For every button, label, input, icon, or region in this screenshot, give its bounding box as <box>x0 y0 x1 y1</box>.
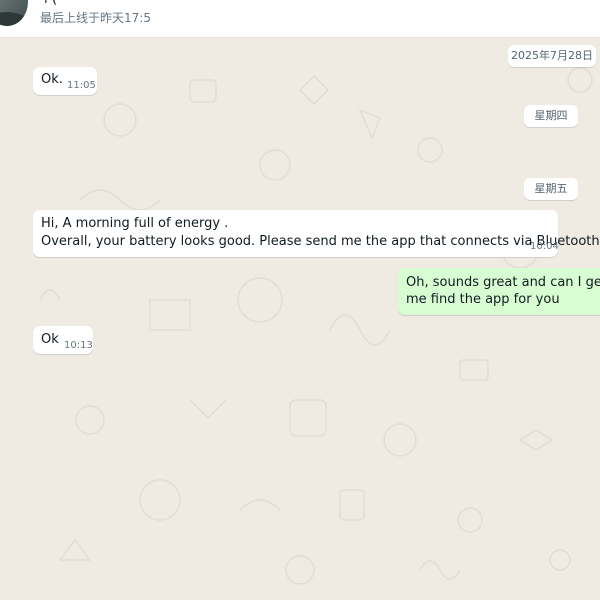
contact-name: +( <box>40 0 57 7</box>
last-seen-status: 最后上线于昨天17:5 <box>40 11 151 25</box>
date-separator: 2025年7月28日 <box>508 45 596 67</box>
message-text-line: Hi, A morning full of energy . <box>41 216 229 231</box>
message-time: 10:04 <box>530 241 559 252</box>
day-separator-thursday: 星期四 <box>524 105 578 127</box>
message-bubble-outgoing[interactable]: Oh, sounds great and can I get a p me fi… <box>398 268 600 315</box>
chat-header[interactable]: +( 最后上线于昨天17:5 <box>0 0 600 38</box>
message-text-line: me find the app for you <box>406 292 560 307</box>
message-time: 10:13 <box>64 340 93 351</box>
message-bubble-incoming[interactable]: Ok. 11:05 <box>33 67 97 95</box>
chat-window: +( 最后上线于昨天17:5 2025年7月28日 星期四 星期五 Ok. 11… <box>0 0 600 600</box>
message-text: Ok. <box>41 72 63 87</box>
message-text: Ok <box>41 332 59 347</box>
message-text-line: Overall, your battery looks good. Please… <box>41 234 600 249</box>
message-time: 11:05 <box>67 80 96 91</box>
avatar[interactable] <box>0 0 28 26</box>
message-bubble-incoming[interactable]: Hi, A morning full of energy . Overall, … <box>33 210 600 257</box>
day-separator-friday: 星期五 <box>524 178 578 200</box>
message-bubble-incoming[interactable]: Ok 10:13 <box>33 326 93 354</box>
